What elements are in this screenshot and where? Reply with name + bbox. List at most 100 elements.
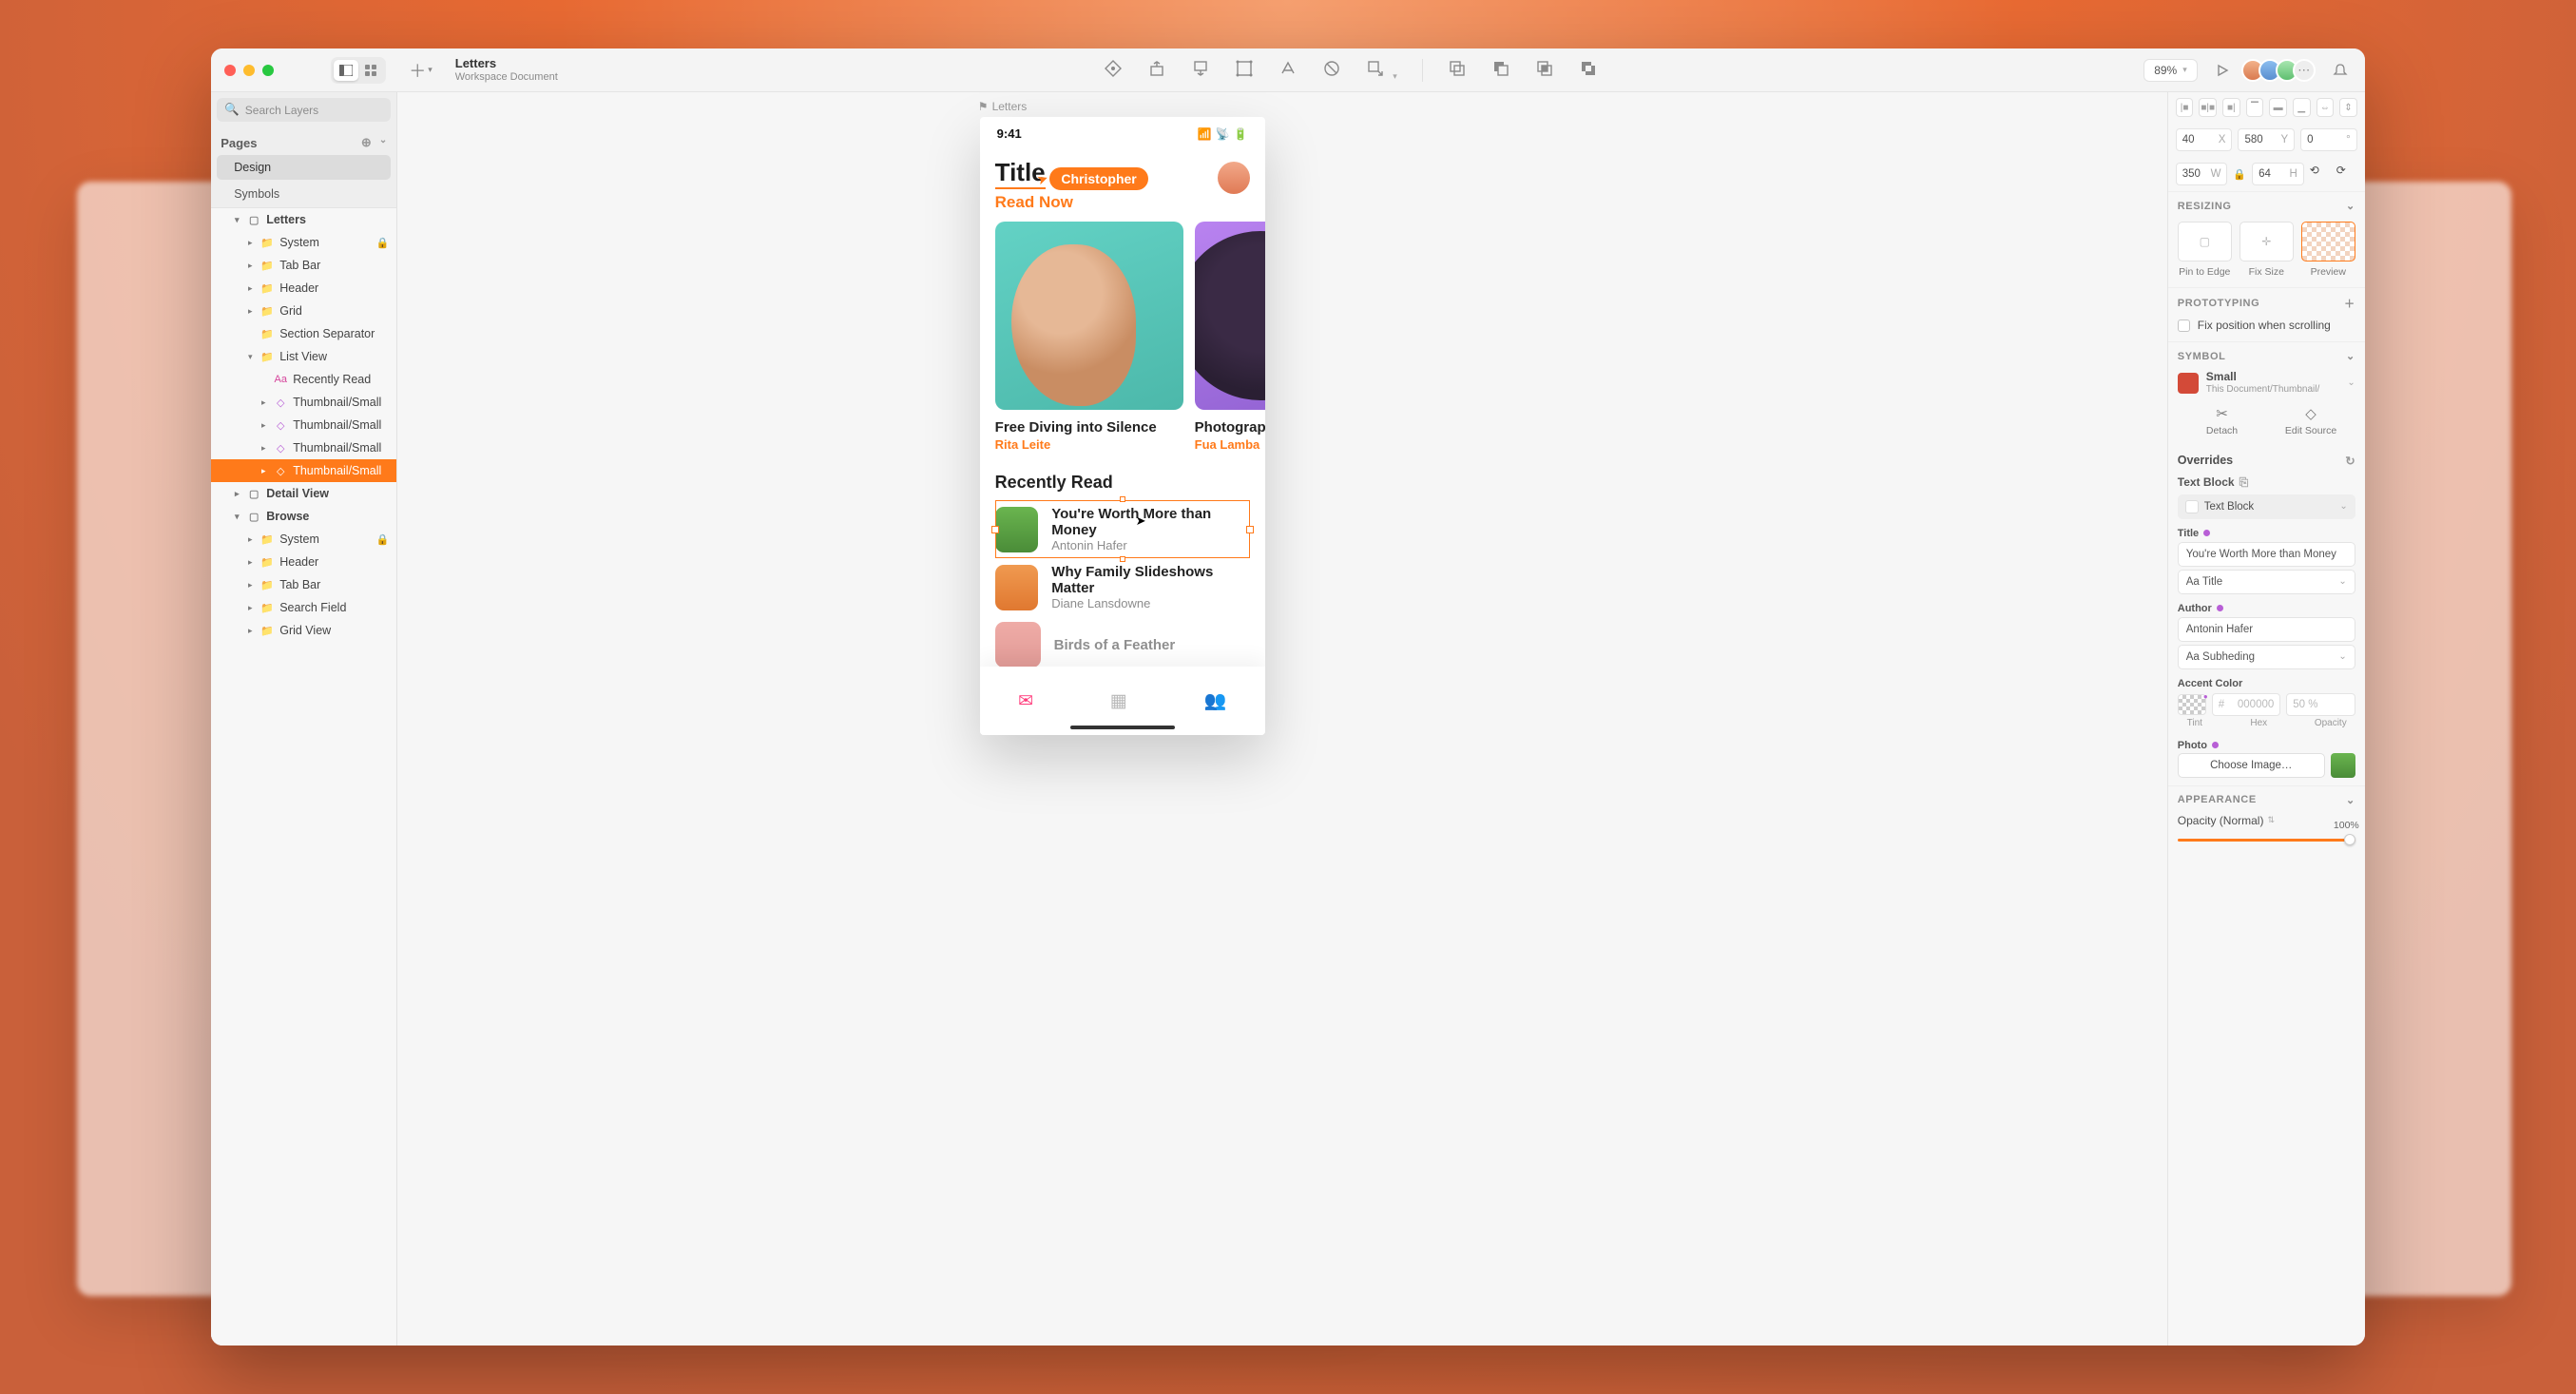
card-image bbox=[1195, 222, 1265, 410]
create-symbol-icon[interactable] bbox=[1147, 59, 1166, 78]
artboard-title-label[interactable]: ⚑Letters bbox=[978, 100, 1027, 113]
insert-menu[interactable]: ＋▾ bbox=[403, 58, 438, 83]
photo-thumbnail[interactable] bbox=[2331, 753, 2355, 778]
transform-tool-icon[interactable] bbox=[1278, 59, 1298, 78]
height-input[interactable]: 64H bbox=[2252, 163, 2304, 185]
thumbnail bbox=[995, 507, 1039, 552]
reset-overrides-icon[interactable]: ↻ bbox=[2345, 454, 2355, 468]
detach-button[interactable]: ✂Detach bbox=[2178, 405, 2267, 436]
color-swatch[interactable] bbox=[2178, 694, 2206, 715]
distribute-v-icon[interactable]: ⇕ bbox=[2339, 98, 2357, 117]
choose-image-button[interactable]: Choose Image… bbox=[2178, 753, 2325, 778]
layer-thumbnail[interactable]: ▸◇Thumbnail/Small bbox=[211, 414, 396, 436]
close-window-button[interactable] bbox=[224, 65, 236, 76]
fix-position-checkbox[interactable]: Fix position when scrolling bbox=[2168, 315, 2365, 341]
chevron-down-icon[interactable]: ⌄ bbox=[2346, 794, 2355, 806]
preview-label: Preview bbox=[2311, 266, 2346, 278]
layer-header[interactable]: ▸📁Header bbox=[211, 277, 396, 300]
layer-thumbnail[interactable]: ▸◇Thumbnail/Small bbox=[211, 391, 396, 414]
opacity-slider[interactable]: 100% bbox=[2178, 833, 2355, 846]
search-layers-input[interactable]: 🔍 Search Layers bbox=[217, 98, 391, 122]
align-right-icon[interactable]: ■| bbox=[2222, 98, 2240, 117]
edit-tool-icon[interactable] bbox=[1235, 59, 1254, 78]
chevron-down-icon[interactable]: ⌄ bbox=[2346, 200, 2355, 212]
detach-symbol-icon[interactable] bbox=[1191, 59, 1210, 78]
profile-avatar bbox=[1218, 162, 1250, 194]
layer-system[interactable]: ▸📁System🔒 bbox=[211, 528, 396, 551]
artboard-letters[interactable]: ▾▢Letters bbox=[211, 208, 396, 231]
align-top-icon[interactable]: ▔ bbox=[2246, 98, 2264, 117]
layer-recently-read[interactable]: AaRecently Read bbox=[211, 368, 396, 391]
opacity-input[interactable]: 50 % bbox=[2286, 693, 2355, 716]
page-symbols[interactable]: Symbols bbox=[217, 182, 391, 206]
shape-tool-icon[interactable] bbox=[1104, 59, 1123, 78]
scale-tool-icon[interactable] bbox=[1366, 59, 1385, 78]
collaborator-avatars[interactable]: ⋯ bbox=[2247, 59, 2316, 82]
pages-disclosure-icon[interactable]: ⌄ bbox=[379, 135, 387, 150]
layers-panel-icon[interactable] bbox=[334, 60, 358, 81]
search-placeholder: Search Layers bbox=[245, 104, 318, 117]
avatar-more[interactable]: ⋯ bbox=[2293, 59, 2316, 82]
notifications-icon[interactable] bbox=[2331, 61, 2350, 80]
distribute-h-icon[interactable]: ⇔ bbox=[2316, 98, 2335, 117]
layer-thumbnail[interactable]: ▸◇Thumbnail/Small bbox=[211, 436, 396, 459]
subtract-icon[interactable] bbox=[1491, 59, 1510, 78]
layer-system[interactable]: ▸📁System🔒 bbox=[211, 231, 396, 254]
layer-grid[interactable]: ▸📁Grid bbox=[211, 300, 396, 322]
status-time: 9:41 bbox=[997, 126, 1022, 141]
override-title-style[interactable]: Aa Title⌄ bbox=[2178, 570, 2355, 594]
zoom-select[interactable]: 89%▾ bbox=[2143, 59, 2198, 82]
override-title-input[interactable]: You're Worth More than Money bbox=[2178, 542, 2355, 567]
sidebar-view-segmented[interactable] bbox=[331, 57, 386, 84]
align-left-icon[interactable]: |■ bbox=[2176, 98, 2194, 117]
fix-size-control[interactable]: ✛ bbox=[2240, 222, 2294, 261]
width-input[interactable]: 350W bbox=[2176, 163, 2228, 185]
wifi-icon: 📡 bbox=[1216, 127, 1230, 141]
layer-header[interactable]: ▸📁Header bbox=[211, 551, 396, 573]
pin-to-edge-control[interactable]: ▢ bbox=[2178, 222, 2232, 261]
chevron-down-icon[interactable]: ⌄ bbox=[2346, 350, 2355, 362]
layer-listview[interactable]: ▾📁List View bbox=[211, 345, 396, 368]
add-page-icon[interactable]: ⊕ bbox=[361, 135, 372, 150]
edit-source-button[interactable]: ◇Edit Source bbox=[2266, 405, 2355, 436]
components-panel-icon[interactable] bbox=[358, 60, 383, 81]
x-input[interactable]: 40X bbox=[2176, 128, 2233, 151]
layer-tabbar[interactable]: ▸📁Tab Bar bbox=[211, 254, 396, 277]
page-design[interactable]: Design bbox=[217, 155, 391, 180]
override-author-input[interactable]: Antonin Hafer bbox=[2178, 617, 2355, 642]
artboard-browse[interactable]: ▾▢Browse bbox=[211, 505, 396, 528]
flag-icon: ⚑ bbox=[978, 100, 989, 113]
override-author-style[interactable]: Aa Subheding⌄ bbox=[2178, 645, 2355, 669]
artboard-detail[interactable]: ▸▢Detail View bbox=[211, 482, 396, 505]
align-center-v-icon[interactable]: ▬ bbox=[2269, 98, 2287, 117]
design-canvas[interactable]: ⚑Letters 9:41 📶📡🔋 Title ➤ Christopher Re… bbox=[397, 92, 2167, 1345]
minimize-window-button[interactable] bbox=[243, 65, 255, 76]
layer-thumbnail-selected[interactable]: ▸◇Thumbnail/Small bbox=[211, 459, 396, 482]
add-prototype-icon[interactable]: ＋ bbox=[2344, 296, 2355, 311]
card-author: Rita Leite bbox=[995, 437, 1183, 452]
lock-aspect-icon[interactable]: 🔒 bbox=[2233, 168, 2246, 181]
rotation-input[interactable]: 0° bbox=[2300, 128, 2357, 151]
hex-input[interactable]: #000000 bbox=[2212, 693, 2281, 716]
align-center-h-icon[interactable]: ■|■ bbox=[2199, 98, 2217, 117]
flip-v-icon[interactable]: ⟳ bbox=[2336, 164, 2357, 184]
difference-icon[interactable] bbox=[1579, 59, 1598, 78]
union-icon[interactable] bbox=[1448, 59, 1467, 78]
override-textblock-symbol[interactable]: Text Block⌄ bbox=[2178, 494, 2355, 519]
symbol-source-select[interactable]: SmallThis Document/Thumbnail/ ⌄ bbox=[2168, 366, 2365, 398]
flip-h-icon[interactable]: ⟲ bbox=[2310, 164, 2331, 184]
y-input[interactable]: 580Y bbox=[2238, 128, 2295, 151]
layer-searchfield[interactable]: ▸📁Search Field bbox=[211, 596, 396, 619]
intersect-icon[interactable] bbox=[1535, 59, 1554, 78]
list-item-selected[interactable]: You're Worth More than Money Antonin Haf… bbox=[995, 500, 1250, 558]
align-bottom-icon[interactable]: ▁ bbox=[2293, 98, 2311, 117]
layer-tabbar[interactable]: ▸📁Tab Bar bbox=[211, 573, 396, 596]
play-preview-icon[interactable] bbox=[2213, 61, 2232, 80]
layer-gridview[interactable]: ▸📁Grid View bbox=[211, 619, 396, 642]
override-author-label: Author bbox=[2168, 597, 2365, 614]
tab-grid-icon: ▦ bbox=[1110, 690, 1127, 712]
zoom-window-button[interactable] bbox=[262, 65, 274, 76]
rotate-tool-icon[interactable] bbox=[1322, 59, 1341, 78]
layer-section-sep[interactable]: 📁Section Separator bbox=[211, 322, 396, 345]
toolbar-right: 89%▾ ⋯ bbox=[2143, 59, 2365, 82]
